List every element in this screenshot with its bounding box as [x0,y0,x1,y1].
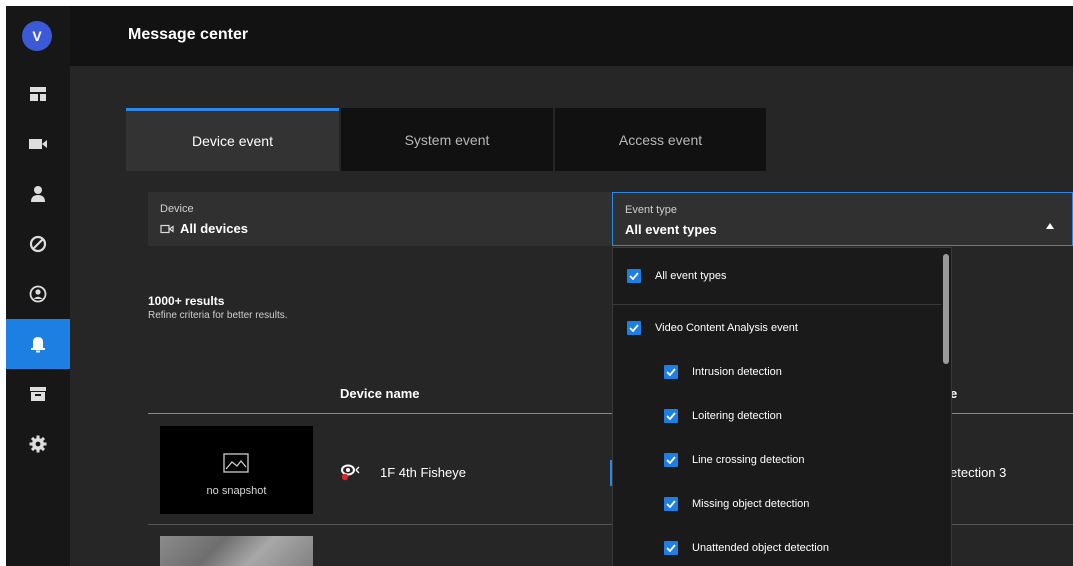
results-hint: Refine criteria for better results. [148,310,288,321]
checkbox-checked-icon[interactable] [627,269,641,283]
sidebar: V [6,6,70,566]
dropdown-item-label: Intrusion detection [692,366,782,378]
checkbox-checked-icon[interactable] [664,453,678,467]
archive-icon [30,387,46,401]
event-type-filter[interactable]: Event type All event types [612,192,1073,246]
dropdown-item-vca-event[interactable]: Video Content Analysis event [627,318,798,338]
sidebar-item-access[interactable] [6,219,70,269]
event-type-dropdown: All event types Video Content Analysis e… [612,247,952,566]
dropdown-item-line-crossing-detection[interactable]: Line crossing detection [664,450,805,470]
device-filter-label: Device [160,203,194,215]
checkbox-checked-icon[interactable] [627,321,641,335]
dropdown-item-loitering-detection[interactable]: Loitering detection [664,406,782,426]
device-filter[interactable]: Device All devices [148,192,612,246]
results-count: 1000+ results [148,294,225,308]
gear-icon [29,435,47,453]
caret-up-icon[interactable] [1046,223,1054,229]
no-snapshot-label: no snapshot [206,485,267,497]
event-type-filter-label: Event type [625,204,677,216]
header: Message center [70,6,1073,66]
sidebar-item-live-view[interactable] [6,119,70,169]
fisheye-camera-icon [341,464,360,481]
sidebar-item-message-center[interactable] [6,319,70,369]
checkbox-checked-icon[interactable] [664,497,678,511]
dropdown-item-label: Video Content Analysis event [655,322,798,334]
event-cell-partial: etection 3 [950,465,1007,480]
avatar[interactable]: V [22,21,52,51]
dropdown-item-unattended-object-detection[interactable]: Unattended object detection [664,538,829,558]
person-icon [31,186,45,202]
event-type-filter-value: All event types [625,222,717,237]
page-title: Message center [128,26,249,43]
image-placeholder-icon [223,453,249,473]
dropdown-item-all-event-types[interactable]: All event types [627,266,727,286]
video-camera-icon [29,139,47,149]
sidebar-item-people[interactable] [6,169,70,219]
camera-outline-icon [160,224,174,233]
scrollbar-thumb[interactable] [943,254,949,364]
dropdown-divider [613,304,943,305]
checkbox-checked-icon[interactable] [664,365,678,379]
tab-system-event[interactable]: System event [341,108,553,171]
snapshot-thumbnail-2[interactable] [160,536,313,566]
dropdown-item-label: Unattended object detection [692,542,829,554]
sidebar-item-dashboard[interactable] [6,69,70,119]
dropdown-item-label: Missing object detection [692,498,810,510]
dropdown-item-missing-object-detection[interactable]: Missing object detection [664,494,809,514]
device-name: 1F 4th Fisheye [380,465,466,480]
sidebar-item-users[interactable] [6,269,70,319]
dropdown-item-label: All event types [655,270,727,282]
user-circle-icon [29,285,47,303]
no-entry-icon [29,235,47,253]
device-filter-value: All devices [180,221,248,236]
dropdown-item-label: Loitering detection [692,410,782,422]
checkbox-checked-icon[interactable] [664,409,678,423]
snapshot-thumbnail[interactable]: no snapshot [160,426,313,514]
tab-access-event[interactable]: Access event [555,108,766,171]
dropdown-item-intrusion-detection[interactable]: Intrusion detection [664,362,782,382]
bell-icon [31,337,45,353]
sidebar-item-settings[interactable] [6,419,70,469]
dashboard-icon [30,87,46,101]
dropdown-scrollbar[interactable] [941,248,951,566]
column-header-device-name[interactable]: Device name [340,386,420,401]
dropdown-item-label: Line crossing detection [692,454,805,466]
tab-device-event[interactable]: Device event [126,108,339,171]
sidebar-item-archive[interactable] [6,369,70,419]
app-window: V Message center Device event System eve… [6,6,1073,566]
checkbox-checked-icon[interactable] [664,541,678,555]
